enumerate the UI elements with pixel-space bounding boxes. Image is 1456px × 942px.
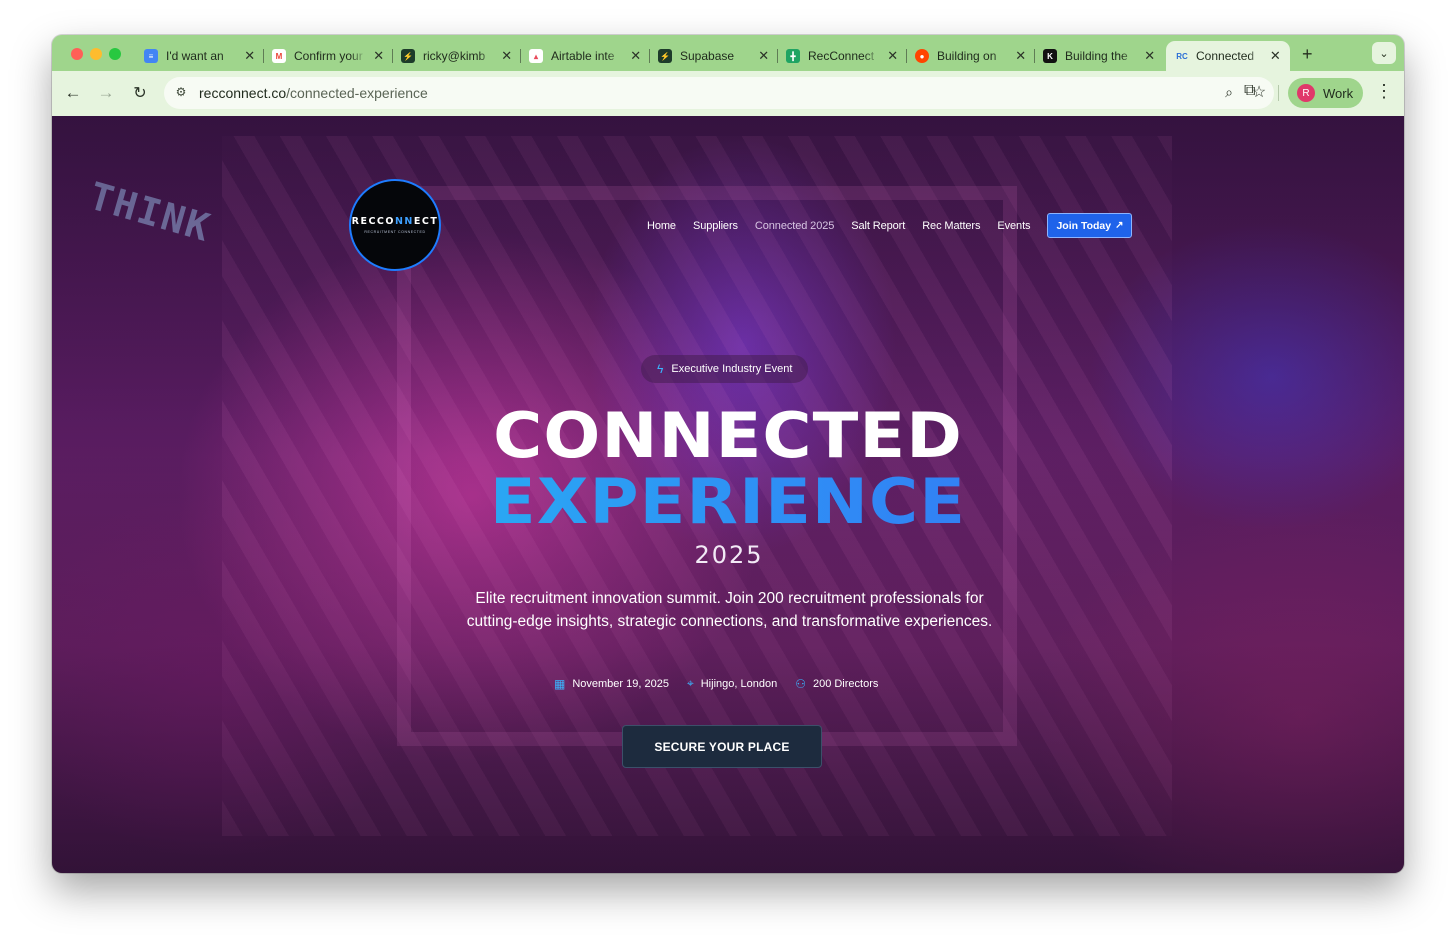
tab-title: Connected [1196, 49, 1255, 63]
close-icon[interactable]: ✕ [372, 48, 385, 64]
browser-tab[interactable]: ⚡ ricky@kimb ✕ [393, 41, 521, 71]
avatar: R [1297, 84, 1315, 102]
browser-tab[interactable]: ▴ Airtable inte ✕ [521, 41, 650, 71]
reddit-icon: ● [915, 49, 929, 63]
url-text[interactable]: recconnect.co/connected-experience [199, 85, 428, 101]
tab-title: Building the [1065, 49, 1128, 63]
profile-button[interactable]: R Work [1288, 78, 1363, 108]
gmail-icon: M [272, 49, 286, 63]
browser-tab[interactable]: K Building the ✕ [1035, 41, 1164, 71]
close-icon[interactable]: ✕ [243, 48, 256, 64]
browser-tab[interactable]: M Confirm your ✕ [264, 41, 393, 71]
browser-tab[interactable]: ● Building on ✕ [907, 41, 1035, 71]
nav-link-connected-2025[interactable]: Connected 2025 [755, 220, 834, 232]
browser-window: ≡ I'd want an ✕ M Confirm your ✕ ⚡ ricky… [52, 35, 1404, 873]
close-icon[interactable]: ✕ [1143, 48, 1156, 64]
rc-icon: RC [1176, 51, 1188, 61]
secure-your-place-button[interactable]: SECURE YOUR PLACE [622, 725, 822, 768]
browser-tab[interactable]: ≡ I'd want an ✕ [136, 41, 264, 71]
tab-title: ricky@kimb [423, 49, 486, 63]
close-icon[interactable]: ✕ [757, 48, 770, 64]
reload-icon[interactable]: ↻ [129, 82, 151, 104]
browser-toolbar: ← → ↻ ⚙ recconnect.co/connected-experien… [52, 71, 1404, 116]
docs-icon: ≡ [144, 49, 158, 63]
supabase-icon: ⚡ [658, 49, 672, 63]
browser-tab[interactable]: ╋ RecConnect ✕ [778, 41, 907, 71]
close-icon[interactable]: ✕ [629, 48, 642, 64]
url-host: recconnect.co [199, 85, 287, 101]
logo-word-end: ECT [413, 216, 439, 227]
extensions-puzzle-icon[interactable]: ⧉ [1244, 82, 1255, 100]
tab-title: Building on [937, 49, 997, 63]
new-tab-plus-icon[interactable]: + [1302, 44, 1313, 65]
event-capacity-text: 200 Directors [812, 677, 879, 690]
logo-tagline: RECRUITMENT CONNECTED [364, 230, 426, 234]
people-icon: ⚇ [795, 676, 806, 691]
logo-wordmark: RECCONNECT [352, 216, 439, 227]
supabase-icon: ⚡ [401, 49, 415, 63]
join-today-button[interactable]: Join Today ↗ [1047, 213, 1133, 238]
lightning-icon: ϟ [657, 362, 664, 376]
event-date: ▦ November 19, 2025 [554, 677, 669, 691]
site-info-icon[interactable]: ⚙ [173, 85, 189, 101]
event-venue: ⌖ Hijingo, London [687, 676, 777, 691]
logo-word-accent: NN [394, 216, 414, 227]
back-arrow-icon[interactable]: ← [62, 82, 84, 104]
event-venue-text: Hijingo, London [700, 677, 778, 690]
nav-link-events[interactable]: Events [997, 220, 1030, 232]
kx-icon: K [1043, 49, 1057, 63]
join-today-label: Join Today [1056, 219, 1112, 232]
event-capacity: ⚇ 200 Directors [795, 677, 878, 691]
more-menu-icon[interactable]: ⋮ [1375, 81, 1393, 102]
tab-strip: ≡ I'd want an ✕ M Confirm your ✕ ⚡ ricky… [52, 35, 1404, 71]
tab-title: Supabase [680, 49, 735, 63]
hero-description: Elite recruitment innovation summit. Joi… [466, 590, 993, 630]
minimize-window-button[interactable] [90, 48, 102, 60]
tab-title: I'd want an [166, 49, 224, 63]
close-window-button[interactable] [71, 48, 83, 60]
close-icon[interactable]: ✕ [1269, 48, 1282, 64]
close-icon[interactable]: ✕ [886, 48, 899, 64]
hero-year: 2025 [694, 541, 764, 569]
forward-arrow-icon[interactable]: → [95, 82, 117, 104]
badge-label: Executive Industry Event [671, 363, 793, 375]
calendar-icon: ▦ [554, 676, 566, 691]
location-pin-icon: ⌖ [686, 676, 694, 690]
close-icon[interactable]: ✕ [1014, 48, 1027, 64]
background-neon-sign: THINK [84, 173, 217, 251]
tab-title: Airtable inte [551, 49, 615, 63]
nav-link-suppliers[interactable]: Suppliers [693, 220, 738, 232]
address-bar[interactable]: ⚙ recconnect.co/connected-experience ⌕ ☆ [164, 77, 1274, 109]
sheets-icon: ╋ [786, 49, 800, 63]
hero-title-line1: CONNECTED [493, 399, 963, 472]
hero-title-line2: EXPERIENCE [52, 465, 1404, 538]
event-type-badge: ϟ Executive Industry Event [641, 355, 809, 383]
logo-word-start: RECCO [351, 216, 395, 227]
tab-search-chevron-icon[interactable]: ⌄ [1372, 42, 1396, 64]
tab-title: Confirm your [294, 49, 363, 63]
tab-title: RecConnect [808, 49, 875, 63]
site-logo[interactable]: RECCONNECT RECRUITMENT CONNECTED [349, 179, 441, 271]
external-link-icon: ↗ [1115, 220, 1124, 231]
maximize-window-button[interactable] [109, 48, 121, 60]
airtable-icon: ▴ [529, 49, 543, 63]
event-details: ▦ November 19, 2025 ⌖ Hijingo, London ⚇ … [554, 676, 896, 691]
toolbar-divider [1278, 85, 1279, 101]
browser-tab-active[interactable]: RC Connected ✕ [1166, 41, 1290, 71]
close-icon[interactable]: ✕ [500, 48, 513, 64]
browser-tab[interactable]: ⚡ Supabase ✕ [650, 41, 778, 71]
url-path: /connected-experience [286, 85, 428, 101]
nav-link-salt-report[interactable]: Salt Report [851, 220, 905, 232]
nav-link-rec-matters[interactable]: Rec Matters [922, 220, 980, 232]
profile-name: Work [1323, 85, 1354, 101]
event-date-text: November 19, 2025 [572, 677, 669, 690]
page-viewport: THINK RECCONNECT RECRUITMENT CONNECTED H… [52, 116, 1404, 873]
nav-link-home[interactable]: Home [647, 220, 676, 232]
zoom-icon[interactable]: ⌕ [1220, 84, 1238, 102]
site-navigation: Home Suppliers Connected 2025 Salt Repor… [647, 213, 1133, 238]
